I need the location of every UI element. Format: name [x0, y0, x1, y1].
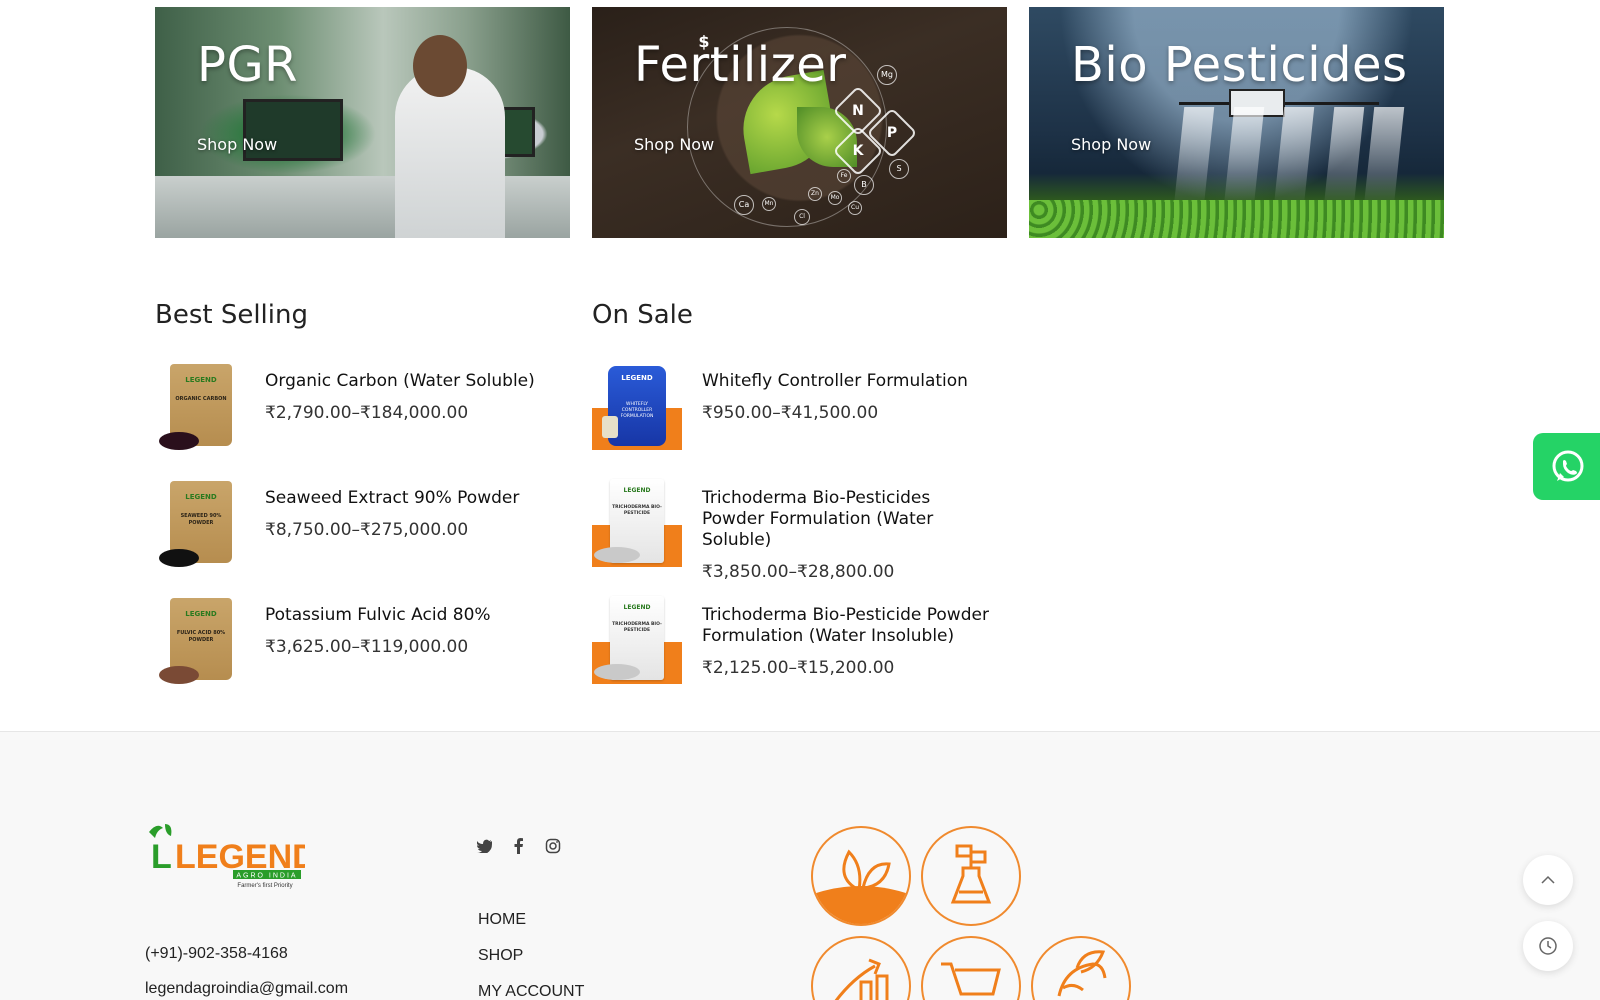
- product-name[interactable]: Seaweed Extract 90% Powder: [265, 488, 519, 509]
- product-name[interactable]: Potassium Fulvic Acid 80%: [265, 605, 491, 626]
- banner-pgr[interactable]: PGR Shop Now: [155, 7, 570, 238]
- footer-email[interactable]: legendagroindia@gmail.com: [145, 980, 348, 998]
- banner-title: Bio Pesticides: [1071, 37, 1408, 93]
- product-image[interactable]: LEGEND FULVIC ACID 80% POWDER: [155, 594, 245, 684]
- svg-text:Farmer's first Priority: Farmer's first Priority: [237, 883, 292, 889]
- chevron-up-icon: [1541, 875, 1555, 884]
- history-icon: [1539, 937, 1557, 955]
- plant-growth-icon: [811, 826, 911, 926]
- product-price: ₹3,625.00–₹119,000.00: [265, 637, 469, 657]
- shop-now-link[interactable]: Shop Now: [197, 135, 277, 154]
- whatsapp-icon: [1552, 450, 1584, 481]
- product-item[interactable]: LEGEND TRICHODERMA BIO-PESTICIDE Trichode…: [592, 594, 1012, 711]
- product-item[interactable]: LEGEND SEAWEED 90% POWDER Seaweed Extract…: [155, 477, 575, 594]
- footer-nav-my-account[interactable]: MY ACCOUNT: [478, 983, 584, 1000]
- product-price: ₹8,750.00–₹275,000.00: [265, 520, 469, 540]
- banner-bio-pesticides[interactable]: Bio Pesticides Shop Now: [1029, 7, 1444, 238]
- product-image[interactable]: LEGEND WHITEFLY CONTROLLER FORMULATION: [592, 360, 682, 450]
- shop-now-link[interactable]: Shop Now: [634, 135, 714, 154]
- footer-nav-home[interactable]: HOME: [478, 911, 526, 929]
- recently-viewed-button[interactable]: [1523, 921, 1573, 971]
- footer-phone[interactable]: (+91)-902-358-4168: [145, 945, 288, 963]
- product-item[interactable]: LEGEND FULVIC ACID 80% POWDER Potassium F…: [155, 594, 575, 711]
- instagram-icon[interactable]: [543, 836, 563, 856]
- on-sale-title: On Sale: [592, 300, 693, 330]
- shop-now-link[interactable]: Shop Now: [1071, 135, 1151, 154]
- banner-title: Fertilizer: [634, 37, 847, 93]
- category-banners: PGR Shop Now N P K Mg S B Fe Zn Mo Cu Cl…: [155, 7, 1445, 238]
- product-image[interactable]: LEGEND SEAWEED 90% POWDER: [155, 477, 245, 567]
- lab-flask-plant-icon: [921, 826, 1021, 926]
- product-image[interactable]: LEGEND ORGANIC CARBON: [155, 360, 245, 450]
- on-sale-list: LEGEND WHITEFLY CONTROLLER FORMULATION Wh…: [592, 360, 1012, 711]
- product-price: ₹2,125.00–₹15,200.00: [702, 658, 895, 678]
- product-image[interactable]: LEGEND TRICHODERMA BIO-PESTICIDE: [592, 594, 682, 684]
- facebook-icon[interactable]: [509, 836, 529, 856]
- product-image[interactable]: LEGEND TRICHODERMA BIO-PESTICIDE: [592, 477, 682, 567]
- product-price: ₹3,850.00–₹28,800.00: [702, 562, 895, 582]
- product-item[interactable]: LEGEND TRICHODERMA BIO-PESTICIDE Trichode…: [592, 477, 1012, 594]
- product-price: ₹2,790.00–₹184,000.00: [265, 403, 469, 423]
- legend-logo-graphic: L LEGEND AGRO INDIA Farmer's first Prior…: [149, 824, 317, 889]
- twitter-icon[interactable]: [475, 836, 495, 856]
- legend-logo[interactable]: L LEGEND AGRO INDIA Farmer's first Prior…: [145, 820, 317, 890]
- product-price: ₹950.00–₹41,500.00: [702, 403, 879, 423]
- footer-nav-shop[interactable]: SHOP: [478, 947, 523, 965]
- product-name[interactable]: Trichoderma Bio-Pesticide Powder Formula…: [702, 605, 992, 647]
- product-item[interactable]: LEGEND ORGANIC CARBON Organic Carbon (Wat…: [155, 360, 575, 477]
- product-name[interactable]: Trichoderma Bio-Pesticides Powder Formul…: [702, 488, 992, 551]
- whatsapp-button[interactable]: [1533, 433, 1600, 500]
- product-name[interactable]: Organic Carbon (Water Soluble): [265, 371, 535, 392]
- scroll-to-top-button[interactable]: [1523, 855, 1573, 905]
- svg-text:L: L: [151, 838, 172, 876]
- best-selling-title: Best Selling: [155, 300, 308, 330]
- product-name[interactable]: Whitefly Controller Formulation: [702, 371, 968, 392]
- banner-fertilizer[interactable]: N P K Mg S B Fe Zn Mo Cu Cl Mn Ca $ Fert…: [592, 7, 1007, 238]
- best-selling-list: LEGEND ORGANIC CARBON Organic Carbon (Wat…: [155, 360, 575, 711]
- product-item[interactable]: LEGEND WHITEFLY CONTROLLER FORMULATION Wh…: [592, 360, 1012, 477]
- banner-title: PGR: [197, 37, 298, 93]
- svg-text:AGRO INDIA: AGRO INDIA: [236, 873, 297, 880]
